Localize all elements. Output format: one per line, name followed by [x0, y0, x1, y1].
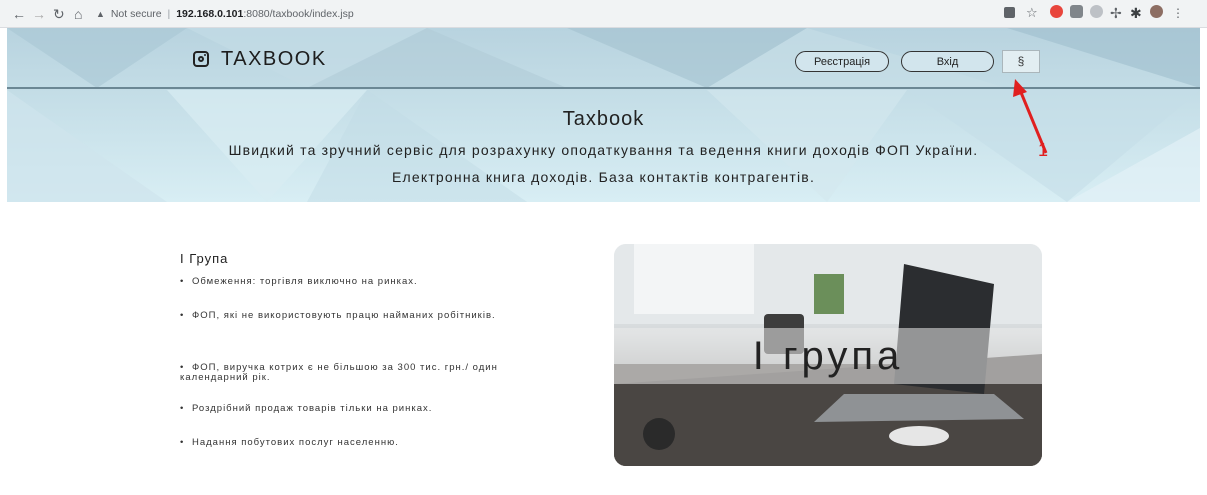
extension-icon[interactable] — [1070, 5, 1083, 18]
home-icon[interactable]: ⌂ — [74, 6, 82, 22]
url-path: :8080/taxbook/index.jsp — [243, 8, 354, 20]
hero-subtitle: Швидкий та зручний сервіс для розрахунку… — [228, 142, 979, 158]
list-item: • Роздрібний продаж товарів тільки на рин… — [180, 403, 433, 414]
security-status: Not secure — [110, 8, 162, 20]
annotation-number: 1 — [1038, 140, 1049, 160]
extension-icon[interactable]: ✢ — [1110, 5, 1122, 21]
hero-banner: TAXBOOK Реєстрація Вхід § Taxbook Швидки… — [7, 28, 1200, 202]
section-button[interactable]: § — [1002, 50, 1040, 73]
instagram-icon — [193, 51, 209, 67]
bookmark-star-icon[interactable]: ☆ — [1026, 5, 1038, 21]
list-item: • ФОП, виручка котрих є не більшою за 300… — [180, 362, 498, 383]
register-button[interactable]: Реєстрація — [795, 51, 889, 72]
browser-toolbar: ← → ↻ ⌂ ▲ Not secure | 192.168.0.101:808… — [0, 0, 1207, 28]
page-title: Taxbook — [562, 108, 645, 130]
group-title: І Група — [180, 251, 229, 266]
list-item: • ФОП, які не використовують працю найман… — [180, 310, 496, 321]
extension-icon[interactable] — [1050, 5, 1063, 18]
avatar[interactable] — [1150, 5, 1163, 18]
address-separator: | — [167, 8, 171, 20]
list-item: • Надання побутових послуг населенню. — [180, 437, 399, 448]
puzzle-icon[interactable]: ✱ — [1130, 5, 1142, 21]
list-item: • Обмеження: торгівля виключно на ринках. — [180, 276, 418, 287]
header-divider — [7, 87, 1200, 89]
hero-tagline: Електронна книга доходів. База контактів… — [391, 169, 816, 185]
brand-logo[interactable]: TAXBOOK — [193, 45, 327, 73]
warning-icon: ▲ — [96, 9, 105, 19]
menu-icon[interactable]: ⋮ — [1172, 5, 1184, 21]
address-bar[interactable]: ▲ Not secure | 192.168.0.101:8080/taxboo… — [96, 6, 354, 22]
back-icon[interactable]: ← — [12, 6, 26, 22]
image-caption: І група — [752, 334, 904, 378]
url-host: 192.168.0.101 — [176, 8, 244, 20]
brand-name: TAXBOOK — [221, 47, 327, 70]
login-button[interactable]: Вхід — [901, 51, 994, 72]
translate-icon[interactable] — [1004, 7, 1015, 18]
group-illustration: І група — [614, 244, 1042, 466]
extension-icon[interactable] — [1090, 5, 1103, 18]
reload-icon[interactable]: ↻ — [53, 6, 65, 22]
forward-icon[interactable]: → — [32, 6, 46, 22]
